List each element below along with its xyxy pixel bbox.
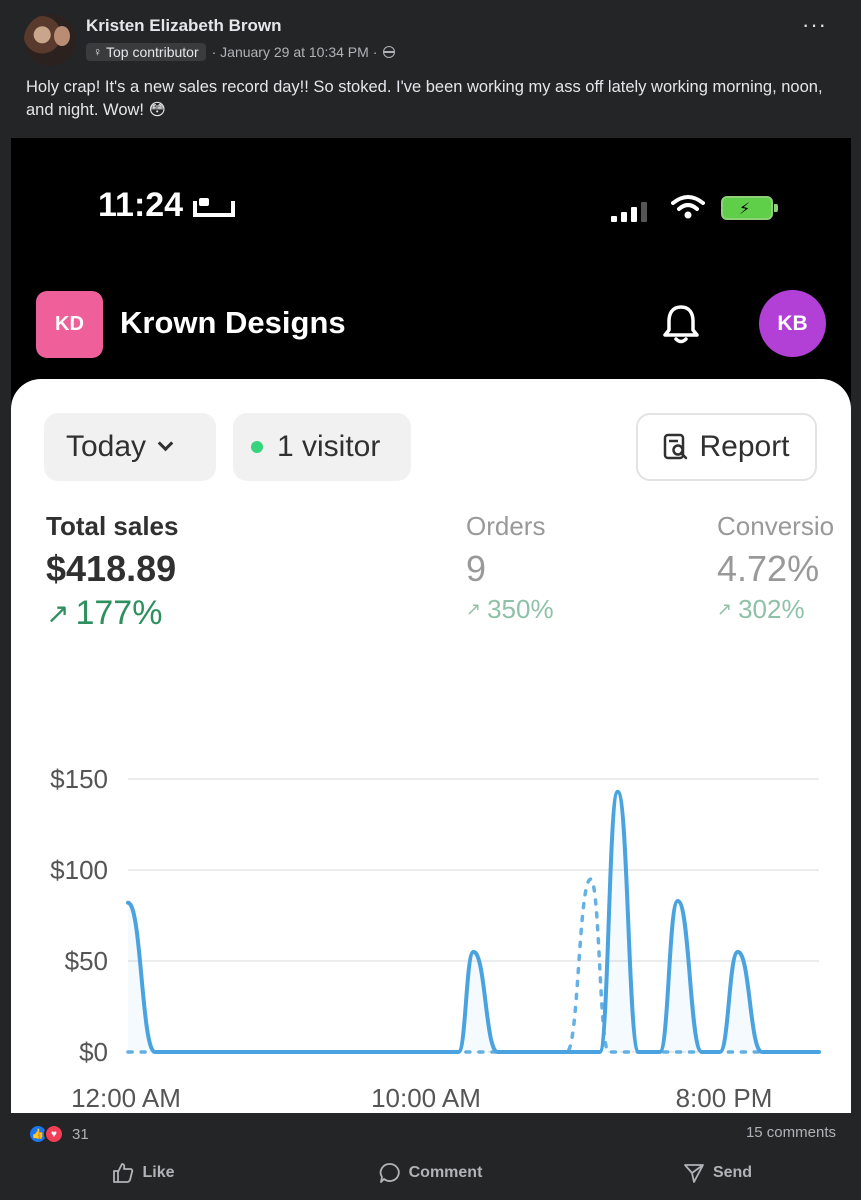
comment-icon <box>379 1162 400 1183</box>
metric-label: Conversio <box>717 511 835 541</box>
status-bar-time: 11:24 <box>98 186 236 225</box>
metric-label: Orders <box>466 511 546 541</box>
wifi-icon <box>671 195 705 219</box>
comment-label: Comment <box>408 1163 483 1181</box>
comments-count[interactable]: 15 comments <box>746 1124 836 1141</box>
metric-value: 9 <box>466 548 487 589</box>
y-tick-label: $100 <box>50 855 108 885</box>
y-tick-label: $150 <box>50 764 108 794</box>
post-timestamp[interactable]: · January 29 at 10:34 PM · <box>212 44 378 60</box>
metric-conversion[interactable]: Conversio 4.72% ↗ 302% <box>717 511 851 625</box>
metric-change-value: 302% <box>738 594 805 624</box>
metric-change: ↗ 302% <box>717 594 851 625</box>
thumbs-up-icon <box>113 1162 134 1183</box>
metric-value: 4.72% <box>717 548 820 589</box>
author-name[interactable]: Kristen Elizabeth Brown <box>86 16 282 36</box>
store-name[interactable]: Krown Designs <box>120 305 346 341</box>
send-label: Send <box>712 1163 753 1181</box>
metric-value: $418.89 <box>46 548 177 589</box>
send-button[interactable]: Send <box>574 1150 861 1195</box>
chevron-down-icon <box>157 435 174 452</box>
report-label: Report <box>699 430 790 463</box>
date-range-label: Today <box>66 430 147 463</box>
post-header: Kristen Elizabeth Brown ♀ Top contributo… <box>0 0 861 138</box>
analytics-card: Today 1 visitor Report Total sales $418.… <box>11 379 851 1113</box>
metric-change: ↗ 350% <box>466 594 554 625</box>
report-button[interactable]: Report <box>636 413 817 481</box>
date-range-dropdown[interactable]: Today <box>44 413 216 481</box>
metric-label: Total sales <box>46 511 179 541</box>
live-visitors-pill[interactable]: 1 visitor <box>233 413 411 481</box>
store-logo[interactable]: KD <box>36 291 103 358</box>
like-button[interactable]: Like <box>0 1150 287 1195</box>
post-meta: ♀ Top contributor · January 29 at 10:34 … <box>86 42 396 62</box>
metric-change: ↗ 177% <box>46 594 178 633</box>
visitors-label: 1 visitor <box>277 430 381 463</box>
battery-icon: ⚡ <box>721 196 778 220</box>
comment-button[interactable]: Comment <box>287 1150 574 1195</box>
more-options-button[interactable]: ··· <box>802 14 827 36</box>
live-dot-icon <box>251 441 263 453</box>
sales-chart[interactable]: $150 $100 $50 $0 12:00 AM 10:00 AM 8:00 PM <box>11 699 851 1113</box>
x-tick-label: 12:00 AM <box>71 1083 181 1113</box>
x-tick-label: 8:00 PM <box>676 1083 773 1113</box>
metric-orders[interactable]: Orders 9 ↗ 350% <box>466 511 554 625</box>
reaction-count: 31 <box>72 1125 89 1143</box>
arrow-up-right-icon: ↗ <box>717 599 733 619</box>
y-tick-label: $50 <box>65 946 108 976</box>
bed-icon <box>193 195 236 217</box>
post-image[interactable]: 11:24 ⚡ KD Krown Designs KB Today 1 visi… <box>11 138 851 1113</box>
contributor-icon: ♀ <box>93 45 102 59</box>
x-tick-label: 10:00 AM <box>371 1083 481 1113</box>
arrow-up-right-icon: ↗ <box>46 598 70 629</box>
bell-icon[interactable] <box>661 303 701 345</box>
metric-change-value: 177% <box>75 594 163 632</box>
metric-change-value: 350% <box>487 594 554 624</box>
report-icon <box>664 433 688 460</box>
clock-text: 11:24 <box>98 186 184 224</box>
signal-icon <box>611 200 651 222</box>
author-avatar[interactable] <box>24 14 76 66</box>
love-reaction-icon: ♥ <box>44 1124 64 1144</box>
globe-icon <box>383 46 396 58</box>
post-actions: Like Comment Send <box>0 1150 861 1195</box>
post-text: Holy crap! It's a new sales record day!!… <box>26 78 823 119</box>
top-contributor-badge[interactable]: ♀ Top contributor <box>86 43 206 61</box>
series-area <box>128 791 819 1052</box>
badge-label: Top contributor <box>106 44 199 60</box>
metric-total-sales[interactable]: Total sales $418.89 ↗ 177% <box>46 511 178 633</box>
user-avatar[interactable]: KB <box>759 290 826 357</box>
y-tick-label: $0 <box>79 1037 108 1067</box>
arrow-up-right-icon: ↗ <box>466 599 482 619</box>
reactions-summary[interactable]: 👍 ♥ 31 <box>28 1124 89 1144</box>
send-icon <box>684 1163 704 1183</box>
like-label: Like <box>142 1163 175 1181</box>
